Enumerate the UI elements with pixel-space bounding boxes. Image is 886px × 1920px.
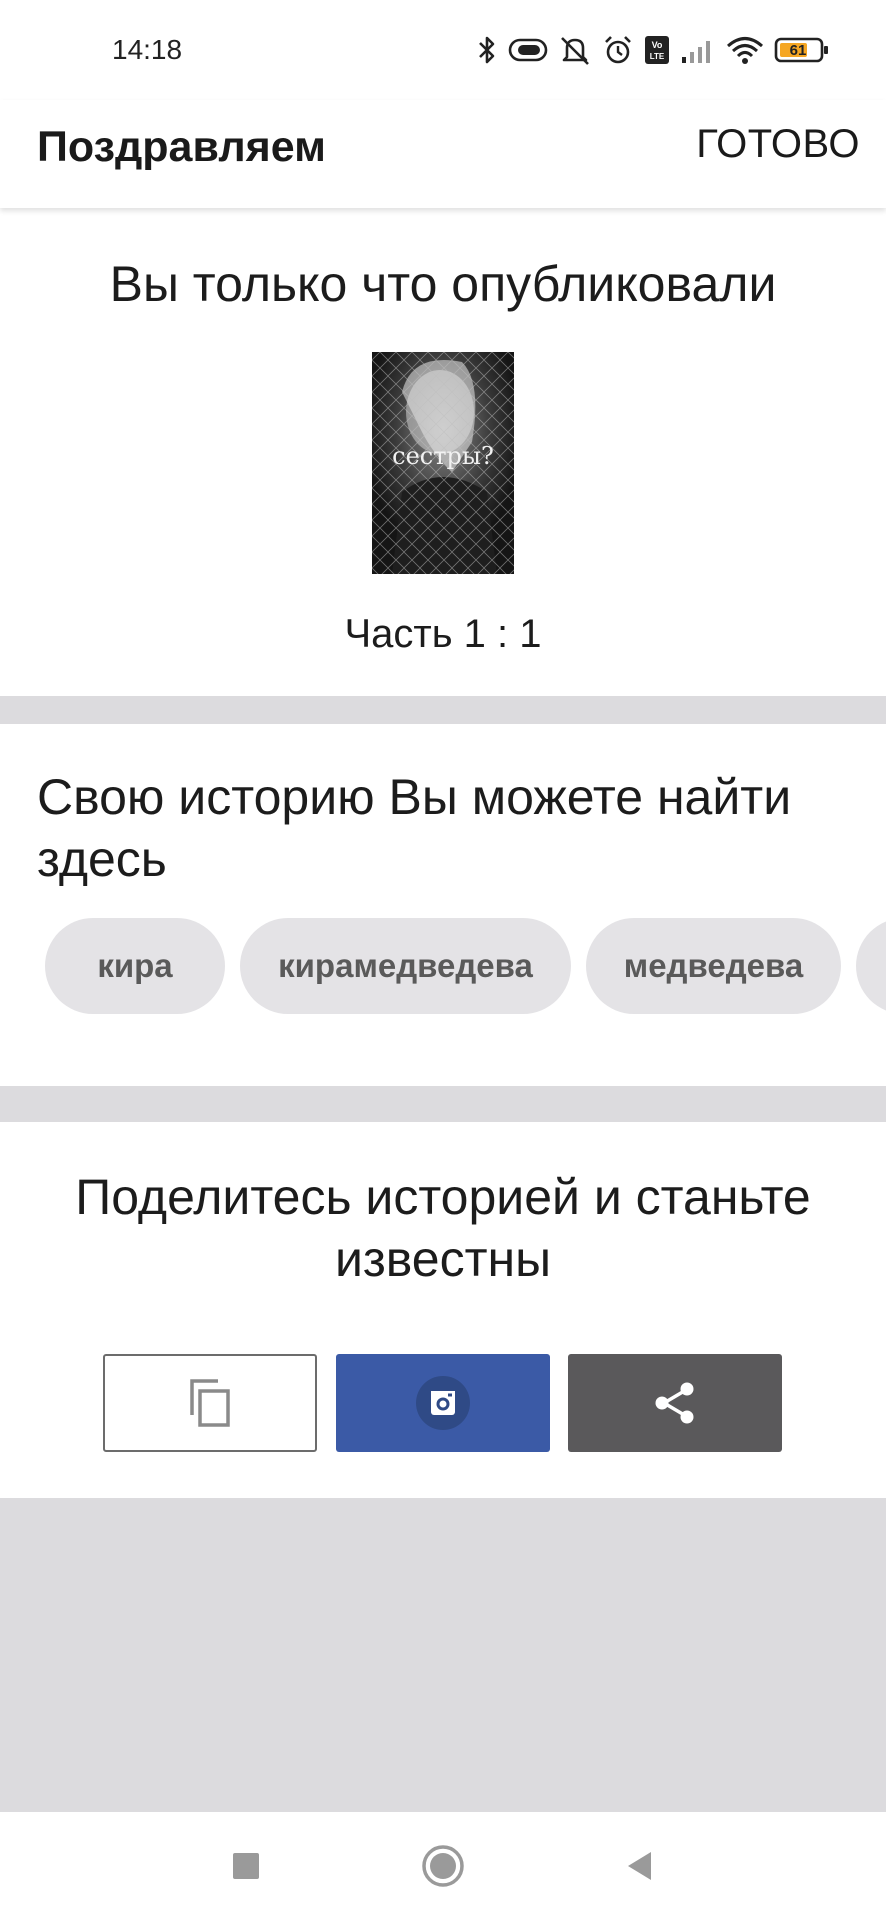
instagram-icon <box>416 1376 470 1430</box>
volte-icon: Vo LTE <box>645 36 669 64</box>
done-button[interactable]: ГОТОВО <box>696 122 860 167</box>
battery-icon: 61 <box>774 37 828 63</box>
status-icons: Vo LTE 61 <box>476 32 830 68</box>
svg-text:LTE: LTE <box>650 52 665 61</box>
svg-text:Vo: Vo <box>652 40 663 50</box>
published-heading: Вы только что опубликовали <box>109 256 777 312</box>
recents-button[interactable] <box>218 1838 274 1894</box>
home-circle-icon <box>422 1845 464 1887</box>
copy-icon <box>190 1379 230 1427</box>
alarm-icon <box>605 36 631 64</box>
home-button[interactable] <box>415 1838 471 1894</box>
recents-square-icon <box>233 1853 259 1879</box>
bluetooth-icon <box>479 36 495 64</box>
share-button[interactable] <box>568 1354 782 1452</box>
find-story-section: Свою историю Вы можете найти здесь кира к… <box>0 724 886 1086</box>
system-nav-bar <box>0 1812 886 1920</box>
back-triangle-icon <box>628 1852 651 1880</box>
battery-level: 61 <box>790 42 807 59</box>
wifi-icon <box>727 37 763 64</box>
story-cover-image[interactable]: сестры? <box>372 352 514 574</box>
cover-title: сестры? <box>392 442 494 470</box>
tag-chip[interactable]: кирамедведева <box>240 918 571 1014</box>
instagram-share-button[interactable] <box>336 1354 550 1452</box>
tag-list: кира кирамедведева медведева <box>45 918 886 1014</box>
mute-icon <box>561 37 589 65</box>
back-button[interactable] <box>612 1838 668 1894</box>
share-section: Поделитесь историей и станьте известны <box>0 1122 886 1498</box>
tag-chip[interactable] <box>856 918 886 1014</box>
page-title: Поздравляем <box>37 123 326 171</box>
published-section: Вы только что опубликовали сестры? Часть… <box>0 208 886 696</box>
share-heading: Поделитесь историей и станьте известны <box>75 1169 811 1287</box>
status-bar: 14:18 Vo LTE 61 <box>0 0 886 100</box>
find-story-heading: Свою историю Вы можете найти здесь <box>37 769 792 887</box>
copy-link-button[interactable] <box>103 1354 317 1452</box>
share-icon <box>655 1382 694 1424</box>
toggle-icon <box>508 38 548 62</box>
app-bar: Поздравляем ГОТОВО <box>0 100 886 208</box>
status-time: 14:18 <box>112 34 183 65</box>
part-label: Часть 1 : 1 <box>344 612 542 656</box>
tag-chip[interactable]: кира <box>45 918 225 1014</box>
signal-icon <box>682 41 710 63</box>
tag-chip[interactable]: медведева <box>586 918 841 1014</box>
